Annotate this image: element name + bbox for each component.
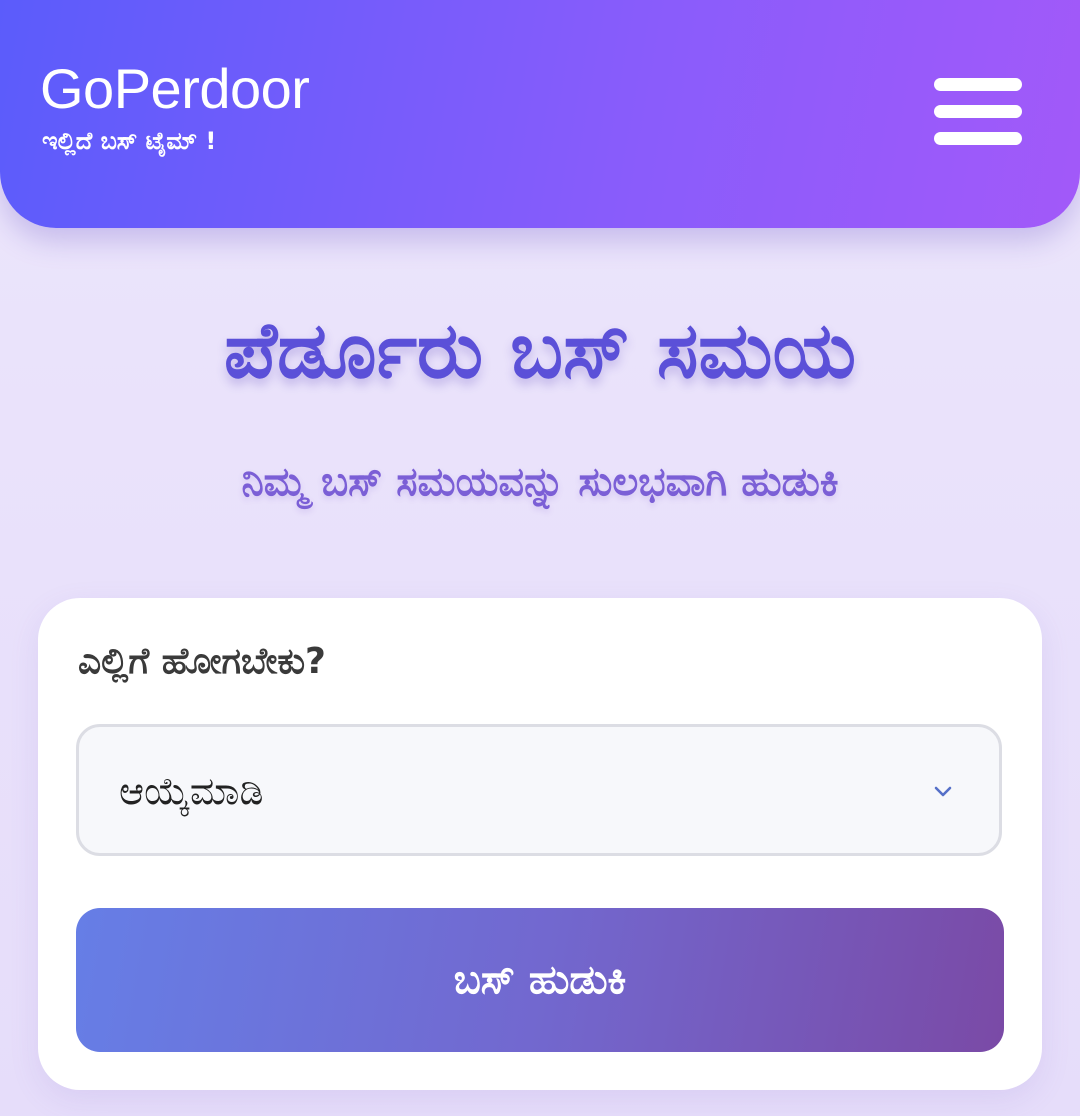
- destination-label: ಎಲ್ಲಿಗೆ ಹೋಗಬೇಕು?: [78, 641, 326, 682]
- brand-tagline: ಇಲ್ಲಿದೆ ಬಸ್ ಟೈಮ್ !: [42, 127, 217, 155]
- menu-bar-middle: [934, 105, 1022, 118]
- menu-bar-top: [934, 78, 1022, 91]
- brand-title[interactable]: GoPerdoor: [40, 56, 310, 122]
- destination-select-value: ಆಯ್ಕೆಮಾಡಿ: [119, 769, 264, 813]
- menu-bar-bottom: [934, 132, 1022, 145]
- search-bus-button[interactable]: ಬಸ್ ಹುಡುಕಿ: [76, 908, 1004, 1052]
- destination-select[interactable]: ಆಯ್ಕೆಮಾಡಿ: [76, 724, 1002, 856]
- hamburger-menu-button[interactable]: [924, 68, 1032, 156]
- search-card: ಎಲ್ಲಿಗೆ ಹೋಗಬೇಕು? ಆಯ್ಕೆಮಾಡಿ ಬಸ್ ಹುಡುಕಿ: [38, 598, 1042, 1090]
- page-title: ಪೆರ್ಡೂರು ಬಸ್ ಸಮಯ: [224, 306, 856, 396]
- chevron-down-icon: [934, 786, 952, 797]
- app-header: GoPerdoor ಇಲ್ಲಿದೆ ಬಸ್ ಟೈಮ್ !: [0, 0, 1080, 228]
- search-bus-button-label: ಬಸ್ ಹುಡುಕಿ: [453, 957, 627, 1003]
- page-subtitle: ನಿಮ್ಮ ಬಸ್ ಸಮಯವನ್ನು ಸುಲಭವಾಗಿ ಹುಡುಕಿ: [241, 459, 839, 505]
